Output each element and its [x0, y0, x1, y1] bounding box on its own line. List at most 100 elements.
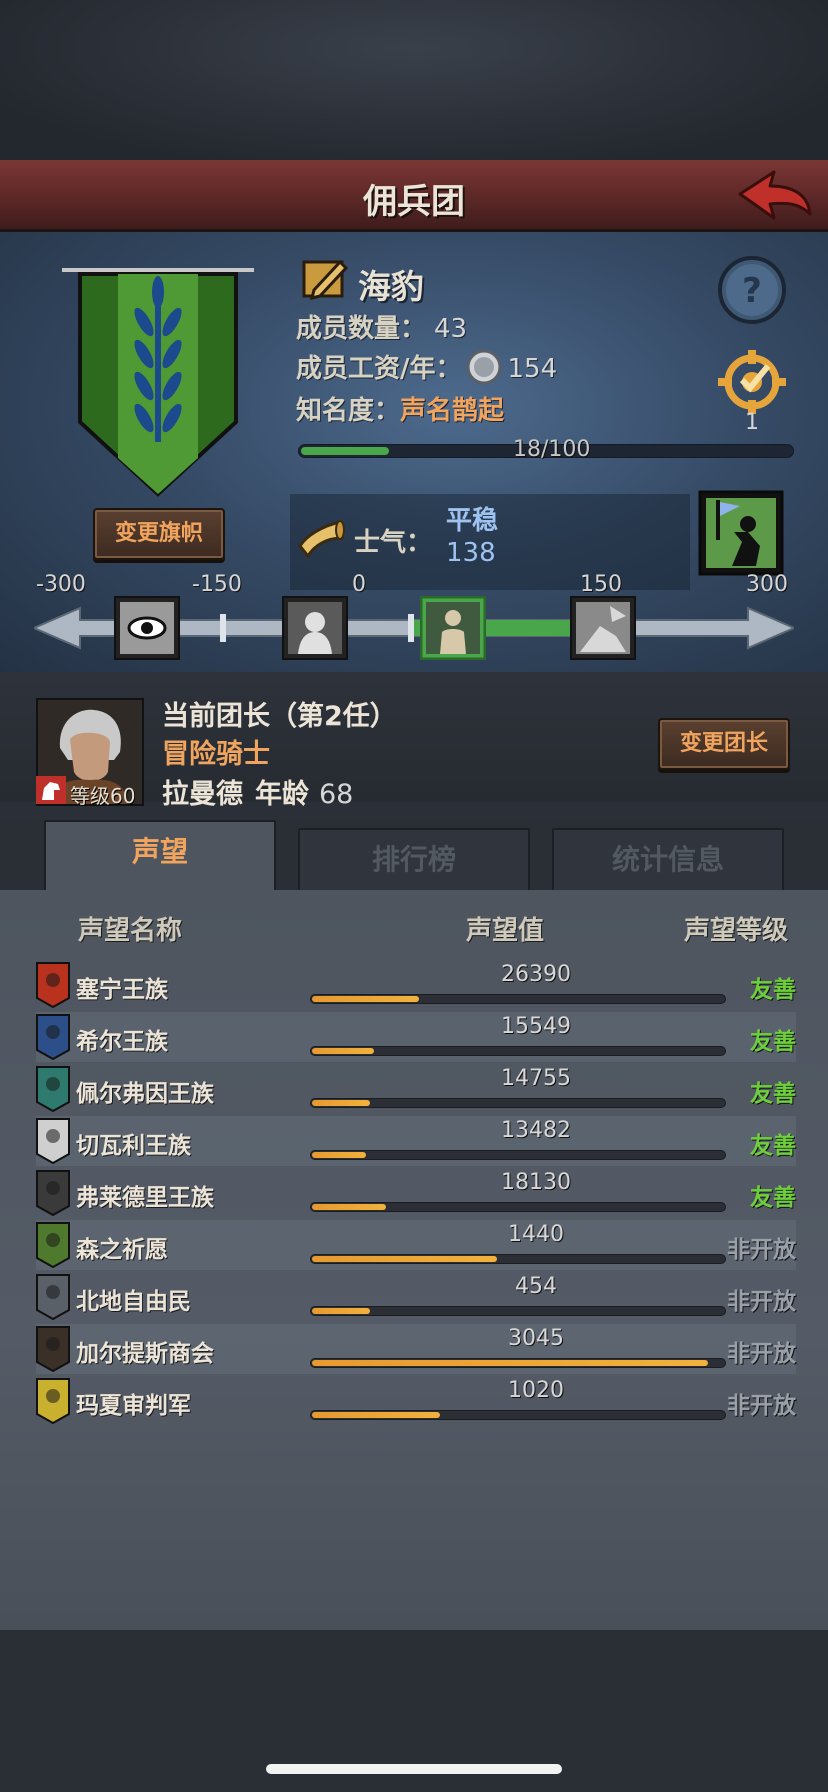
faction-progress-bar: [310, 1150, 726, 1160]
faction-progress-bar: [310, 1046, 726, 1056]
faction-crest-icon: [36, 1066, 70, 1112]
morale-flag-icon[interactable]: [698, 490, 784, 576]
faction-crest-icon: [36, 1378, 70, 1424]
faction-progress-fill: [312, 1100, 370, 1106]
header-name: 声望名称: [78, 916, 183, 946]
reputation-list: 声望名称 声望值 声望等级 塞宁王族 26390 友善 希尔王族 15549 友善 佩尔弗因…: [0, 890, 828, 1630]
faction-level: 非开放: [727, 1341, 796, 1367]
faction-progress-bar: [310, 1306, 726, 1316]
faction-level: 友善: [750, 1029, 796, 1055]
scale-tick-minus300: -300: [36, 572, 86, 597]
morale-level-charge-icon: [570, 596, 636, 660]
leader-level: 等级60: [70, 784, 136, 808]
leader-class: 冒险骑士: [162, 739, 270, 770]
faction-crest-icon: [36, 1118, 70, 1164]
faction-level: 友善: [750, 1133, 796, 1159]
fame-value: 声名鹊起: [400, 396, 505, 426]
faction-name: 森之祈愿: [76, 1237, 168, 1263]
list-item[interactable]: 加尔提斯商会 3045 非开放: [36, 1324, 796, 1374]
faction-name: 北地自由民: [76, 1289, 191, 1315]
faction-level: 非开放: [727, 1393, 796, 1419]
list-item[interactable]: 佩尔弗因王族 14755 友善: [36, 1064, 796, 1114]
faction-level: 友善: [750, 1185, 796, 1211]
title-bar: 佣兵团: [0, 160, 828, 232]
leader-age: 68: [319, 779, 354, 810]
faction-level: 友善: [750, 977, 796, 1003]
list-item[interactable]: 玛夏审判军 1020 非开放: [36, 1376, 796, 1426]
faction-name: 弗莱德里王族: [76, 1185, 214, 1211]
faction-crest-icon: [36, 1170, 70, 1216]
faction-progress-bar: [310, 1410, 726, 1420]
faction-progress-fill: [312, 1360, 708, 1366]
tab-statistics[interactable]: 统计信息: [552, 828, 784, 892]
leader-name-row: 拉曼德 年龄 68: [162, 772, 353, 811]
faction-name: 玛夏审判军: [76, 1393, 191, 1419]
change-banner-button[interactable]: 变更旗帜: [93, 508, 225, 560]
fame-progress-bar: 18/100: [298, 437, 794, 462]
list-item[interactable]: 森之祈愿 1440 非开放: [36, 1220, 796, 1270]
home-indicator[interactable]: [266, 1764, 562, 1774]
fame-row: 知名度：声名鹊起: [296, 390, 504, 427]
members-value: 43: [434, 314, 468, 344]
fame-progress-text: 18/100: [513, 437, 591, 462]
back-arrow-icon[interactable]: [734, 164, 814, 228]
faction-progress-fill: [312, 1204, 386, 1210]
faction-value: 18130: [501, 1170, 571, 1195]
salary-value: 154: [507, 354, 558, 384]
faction-value: 15549: [501, 1014, 571, 1039]
faction-crest-icon: [36, 1274, 70, 1320]
horse-icon: [36, 776, 66, 804]
faction-progress-fill: [312, 1256, 497, 1262]
faction-progress-fill: [312, 1412, 440, 1418]
faction-progress-bar: [310, 1202, 726, 1212]
faction-progress-fill: [312, 996, 419, 1002]
faction-progress-bar: [310, 1098, 726, 1108]
salary-row: 成员工资/年： 154: [296, 348, 557, 385]
help-icon[interactable]: ?: [716, 254, 788, 326]
header-level: 声望等级: [684, 916, 789, 946]
top-background: [0, 0, 828, 160]
faction-crest-icon: [36, 1014, 70, 1060]
leader-title: 当前团长（第2任）: [162, 701, 397, 732]
header-value: 声望值: [466, 916, 545, 946]
list-item[interactable]: 切瓦利王族 13482 友善: [36, 1116, 796, 1166]
tab-bar: 声望 排行榜 统计信息: [0, 820, 828, 892]
faction-progress-fill: [312, 1152, 366, 1158]
tab-leaderboard[interactable]: 排行榜: [298, 828, 530, 892]
leader-level-badge: 等级60: [36, 776, 144, 808]
faction-name: 塞宁王族: [76, 977, 168, 1003]
list-item[interactable]: 希尔王族 15549 友善: [36, 1012, 796, 1062]
morale-level-despair-icon: [282, 596, 348, 660]
scale-tick-150: 150: [580, 572, 622, 597]
leader-age-label: 年龄: [255, 779, 309, 810]
faction-value: 26390: [501, 962, 571, 987]
guild-banner: [62, 268, 254, 497]
faction-value: 3045: [508, 1326, 564, 1351]
list-item[interactable]: 北地自由民 454 非开放: [36, 1272, 796, 1322]
list-item[interactable]: 弗莱德里王族 18130 友善: [36, 1168, 796, 1218]
list-item[interactable]: 塞宁王族 26390 友善: [36, 960, 796, 1010]
target-badge[interactable]: 1: [712, 346, 792, 435]
tab-reputation[interactable]: 声望: [44, 820, 276, 892]
faction-level: 非开放: [727, 1289, 796, 1315]
members-label: 成员数量：: [296, 314, 427, 344]
faction-crest-icon: [36, 1222, 70, 1268]
svg-text:?: ?: [742, 271, 762, 311]
faction-progress-bar: [310, 1358, 726, 1368]
faction-name: 切瓦利王族: [76, 1133, 191, 1159]
fame-progress-fill: [301, 447, 389, 455]
silver-coin-icon: [466, 349, 501, 385]
faction-progress-fill: [312, 1308, 370, 1314]
faction-value: 14755: [501, 1066, 571, 1091]
faction-crest-icon: [36, 1326, 70, 1372]
faction-progress-bar: [310, 1254, 726, 1264]
faction-level: 友善: [750, 1081, 796, 1107]
edit-name-icon[interactable]: [300, 256, 350, 302]
change-leader-button[interactable]: 变更团长: [658, 718, 790, 770]
faction-crest-icon: [36, 962, 70, 1008]
leader-name: 拉曼德: [162, 779, 243, 810]
morale-state: 平稳: [446, 506, 499, 536]
target-icon: [718, 350, 786, 414]
guild-name: 海豹: [358, 267, 424, 306]
morale-level-eye-icon: [114, 596, 180, 660]
